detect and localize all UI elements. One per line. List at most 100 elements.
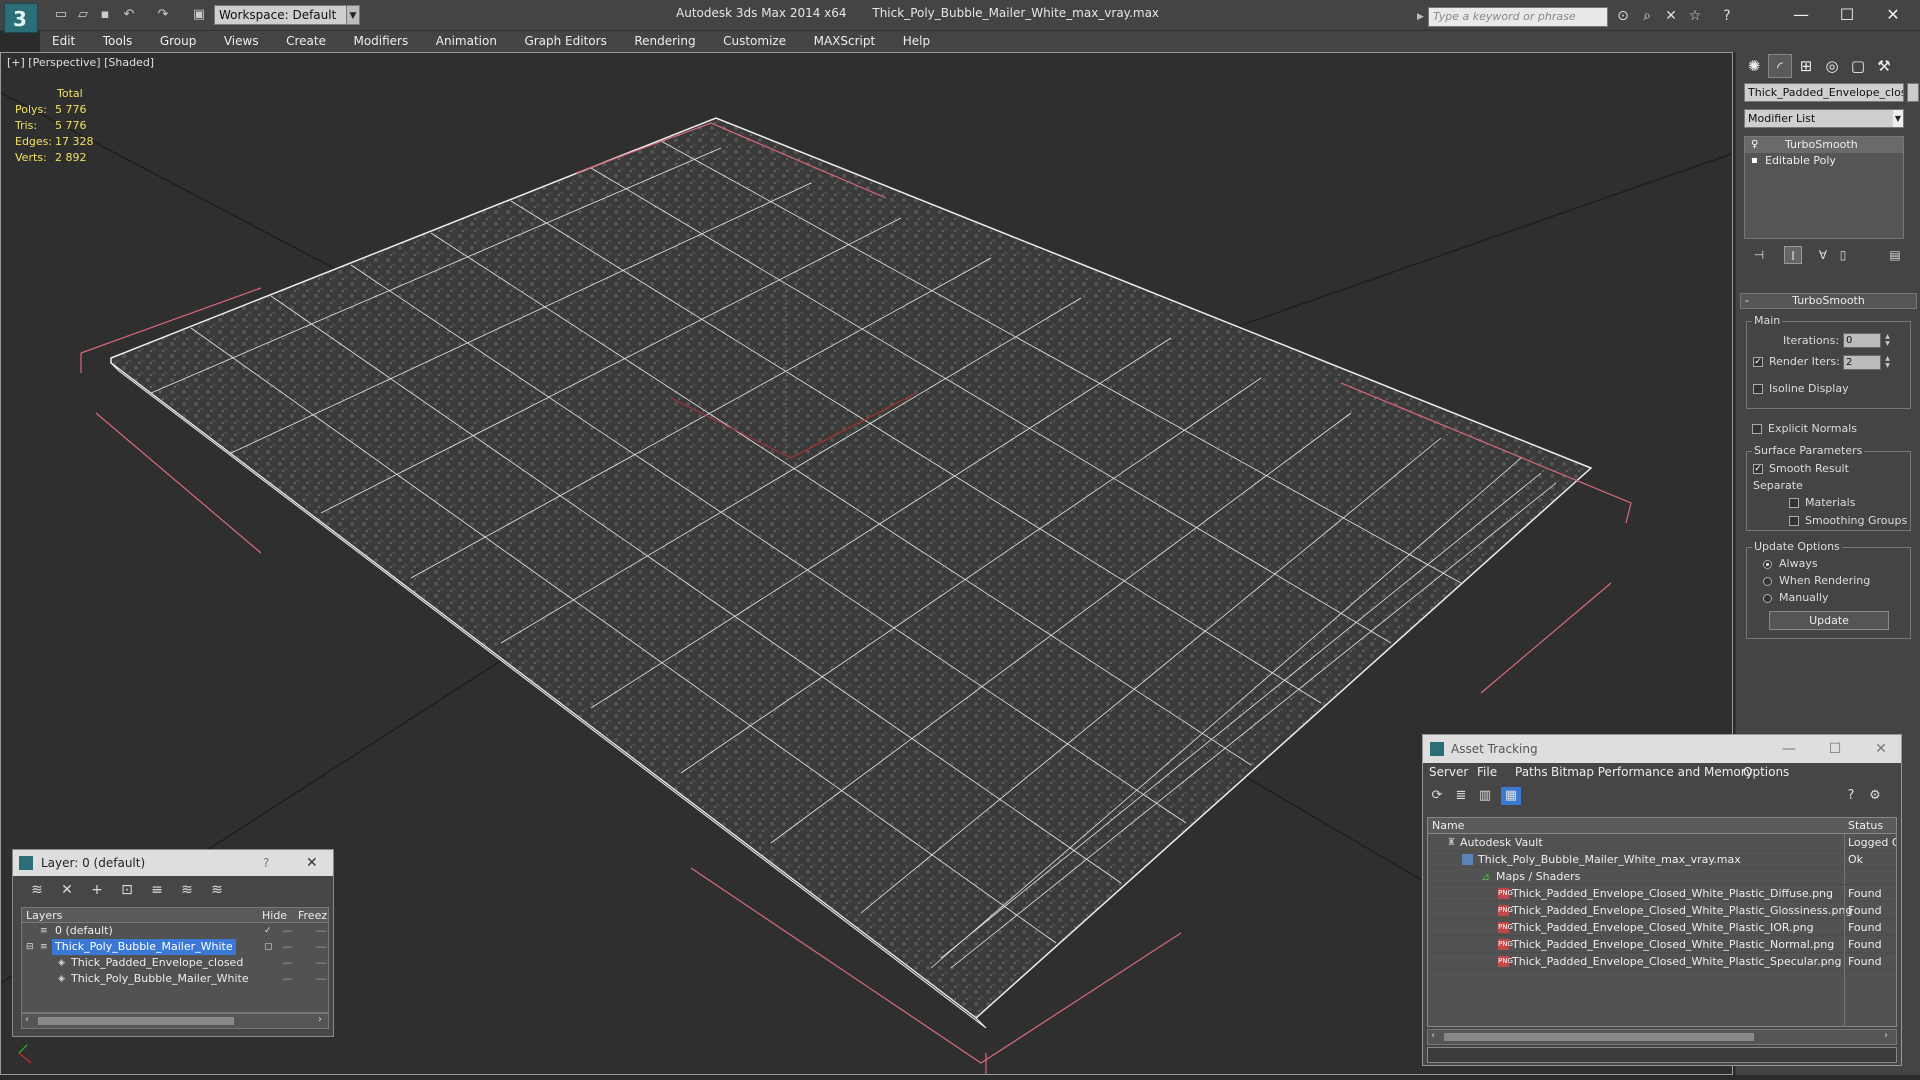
layer-row[interactable]: ◈ Thick_Poly_Bubble_Mailer_White — —	[22, 971, 328, 987]
motion-tab-icon[interactable]: ◎	[1820, 54, 1844, 78]
scrollbar-thumb[interactable]	[1444, 1033, 1754, 1041]
menu-customize[interactable]: Customize	[711, 31, 798, 52]
asset-row[interactable]: PNG Thick_Padded_Envelope_Closed_White_P…	[1428, 953, 1896, 970]
save-icon[interactable]: ▪	[96, 7, 114, 23]
hierarchy-tab-icon[interactable]: ⊞	[1794, 54, 1818, 78]
update-always-radio[interactable]	[1763, 560, 1772, 569]
asset-row[interactable]: ♜ Autodesk Vault Logged O	[1428, 834, 1896, 851]
highlight-layer-icon[interactable]: ≡	[147, 881, 167, 899]
menu-group[interactable]: Group	[148, 31, 209, 52]
spinner-arrows-icon[interactable]: ▲ ▼	[1883, 333, 1892, 348]
menu-graph-editors[interactable]: Graph Editors	[512, 31, 618, 52]
hide-toggle[interactable]: —	[282, 955, 293, 971]
chevron-right-icon[interactable]: ›	[1884, 1030, 1888, 1041]
freeze-toggle[interactable]: —	[316, 923, 327, 939]
asset-menu-server[interactable]: Server	[1429, 765, 1468, 779]
project-folder-icon[interactable]: ▣	[190, 7, 208, 23]
freeze-toggle[interactable]: —	[316, 971, 327, 987]
set-current-icon[interactable]: ▢	[264, 939, 276, 955]
add-to-layer-icon[interactable]: +	[87, 881, 107, 899]
asset-row[interactable]: PNG Thick_Padded_Envelope_Closed_White_P…	[1428, 885, 1896, 902]
freeze-all-icon[interactable]: ≋	[207, 881, 227, 899]
close-icon[interactable]: ✕	[1861, 735, 1901, 763]
asset-row[interactable]: ⊿ Maps / Shaders	[1428, 868, 1896, 885]
exchange-icon[interactable]: ✕	[1660, 7, 1682, 25]
new-file-icon[interactable]: ▭	[52, 7, 70, 23]
help-icon[interactable]: ?	[263, 850, 269, 876]
layer-row[interactable]: ⊟ ≡ Thick_Poly_Bubble_Mailer_White ▢ — —	[22, 939, 328, 955]
asset-menu-paths[interactable]: Paths	[1515, 765, 1548, 779]
minimize-icon[interactable]: —	[1769, 735, 1809, 763]
column-status[interactable]: Status	[1848, 819, 1883, 832]
asset-menu-bitmap-performance[interactable]: Bitmap Performance and Memory	[1551, 765, 1753, 779]
asset-dialog-titlebar[interactable]: Asset Tracking — ☐ ✕	[1423, 735, 1901, 763]
hide-toggle[interactable]: —	[282, 939, 293, 955]
remove-modifier-icon[interactable]: ▯	[1834, 246, 1852, 264]
isoline-display-checkbox[interactable]	[1753, 384, 1763, 394]
render-iters-checkbox[interactable]: ✓	[1753, 357, 1763, 367]
smooth-result-checkbox[interactable]: ✓	[1753, 464, 1763, 474]
chevron-right-icon[interactable]: ›	[318, 1014, 322, 1025]
spinner-arrows-icon[interactable]: ▲ ▼	[1883, 355, 1892, 370]
close-icon[interactable]: ✕	[1870, 2, 1916, 28]
pin-stack-icon[interactable]: ⊣	[1750, 246, 1768, 264]
modifier-list-dropdown[interactable]: Modifier List	[1744, 109, 1904, 128]
chevron-left-icon[interactable]: ‹	[1431, 1030, 1435, 1041]
asset-horizontal-scrollbar[interactable]: ‹ ›	[1427, 1029, 1897, 1045]
object-name-field[interactable]: Thick_Padded_Envelope_clos	[1744, 83, 1904, 102]
freeze-toggle[interactable]: —	[316, 939, 327, 955]
layer-dialog-titlebar[interactable]: Layer: 0 (default) ? ✕	[13, 850, 333, 876]
menu-views[interactable]: Views	[212, 31, 271, 52]
hide-all-icon[interactable]: ≋	[177, 881, 197, 899]
expand-icon[interactable]: ▪	[1751, 153, 1761, 169]
workspace-dropdown[interactable]: Workspace: Default	[214, 5, 359, 25]
collapse-icon[interactable]: ⊟	[26, 939, 38, 955]
menu-tools[interactable]: Tools	[91, 31, 145, 52]
help-icon[interactable]: ?	[1716, 7, 1738, 25]
object-color-swatch[interactable]	[1907, 83, 1919, 102]
binoculars-icon[interactable]: ⊙	[1612, 7, 1634, 25]
maximize-icon[interactable]: ☐	[1815, 735, 1855, 763]
asset-row[interactable]: PNG Thick_Padded_Envelope_Closed_White_P…	[1428, 902, 1896, 919]
new-layer-icon[interactable]: ≋	[27, 881, 47, 899]
explicit-normals-checkbox[interactable]	[1752, 424, 1762, 434]
display-tab-icon[interactable]: ▢	[1846, 54, 1870, 78]
menu-maxscript[interactable]: MAXScript	[802, 31, 888, 52]
column-layers[interactable]: Layers	[26, 909, 62, 922]
settings-icon[interactable]: ⚙	[1865, 787, 1885, 805]
layer-row[interactable]: ≡ 0 (default) ✓ — —	[22, 923, 328, 939]
make-unique-icon[interactable]: ∀	[1814, 246, 1832, 264]
show-end-result-icon[interactable]: Ⅰ	[1784, 246, 1802, 264]
separate-materials-checkbox[interactable]	[1789, 498, 1799, 508]
list-view-icon[interactable]: ≣	[1451, 787, 1471, 805]
refresh-icon[interactable]: ⟳	[1427, 787, 1447, 805]
help-icon[interactable]: ?	[1841, 787, 1861, 805]
turbosmooth-rollout-header[interactable]: - TurboSmooth	[1740, 293, 1917, 309]
freeze-toggle[interactable]: —	[316, 955, 327, 971]
asset-row[interactable]: PNG Thick_Padded_Envelope_Closed_White_P…	[1428, 936, 1896, 953]
configure-sets-icon[interactable]: ▤	[1886, 246, 1904, 264]
search-icon[interactable]: ⌕	[1636, 7, 1658, 25]
column-freeze[interactable]: Freez	[298, 909, 327, 922]
hide-toggle[interactable]: —	[282, 923, 293, 939]
scrollbar-thumb[interactable]	[38, 1017, 234, 1025]
chevron-left-icon[interactable]: ‹	[25, 1014, 29, 1025]
search-input[interactable]: Type a keyword or phrase	[1428, 7, 1608, 27]
search-expand-icon[interactable]: ▶	[1417, 7, 1427, 27]
update-when-rendering-radio[interactable]	[1763, 577, 1772, 586]
redo-icon[interactable]: ↷	[154, 7, 172, 23]
active-layer-check-icon[interactable]: ✓	[264, 923, 276, 939]
select-objects-icon[interactable]: ⊡	[117, 881, 137, 899]
lightbulb-icon[interactable]: ♀	[1751, 137, 1761, 153]
maximize-icon[interactable]: ☐	[1824, 2, 1870, 28]
modify-tab-icon[interactable]: ◜	[1768, 54, 1792, 78]
menu-animation[interactable]: Animation	[424, 31, 509, 52]
menu-rendering[interactable]: Rendering	[622, 31, 707, 52]
close-icon[interactable]: ✕	[306, 850, 318, 876]
delete-layer-icon[interactable]: ✕	[57, 881, 77, 899]
star-icon[interactable]: ☆	[1684, 7, 1706, 25]
chevron-down-icon[interactable]: ▼	[1893, 110, 1903, 127]
table-view-icon[interactable]: ▦	[1501, 787, 1521, 805]
menu-edit[interactable]: Edit	[40, 31, 87, 52]
minimize-icon[interactable]: —	[1778, 2, 1824, 28]
